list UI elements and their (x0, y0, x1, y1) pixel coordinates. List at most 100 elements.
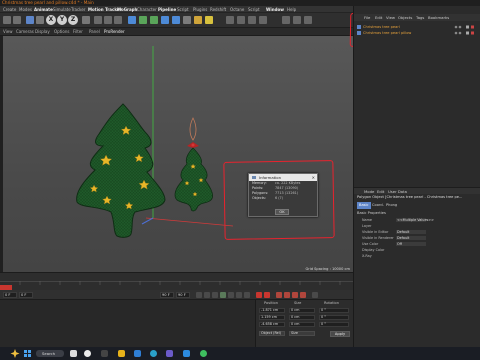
tab-basic[interactable]: Basic (357, 202, 371, 209)
edit-mode-icon[interactable] (226, 16, 234, 24)
axis-x-button[interactable]: X (46, 15, 56, 25)
timeline-settings-icon[interactable] (312, 292, 318, 298)
edges-mode-icon[interactable] (248, 16, 256, 24)
size-y-field[interactable]: 0 cm (289, 315, 315, 320)
viewport-menu-panel[interactable]: Panel (89, 28, 100, 36)
whatsapp-icon[interactable] (200, 350, 207, 357)
keyframe-rotation-icon[interactable] (292, 292, 298, 298)
next-key-icon[interactable] (236, 292, 242, 298)
object-menu-view[interactable]: View (386, 14, 395, 21)
visible-renderer-select[interactable]: Default (396, 236, 426, 240)
workplane-icon[interactable] (293, 16, 301, 24)
rotation-b-field[interactable]: 0 ° (319, 322, 349, 327)
app-icon[interactable] (101, 350, 108, 357)
redo-icon[interactable] (13, 16, 21, 24)
windows-start-icon[interactable] (24, 350, 31, 357)
points-mode-icon[interactable] (237, 16, 245, 24)
menu-simulate[interactable]: Simulate (53, 6, 71, 13)
copilot-icon[interactable] (10, 349, 20, 358)
menu-redshift[interactable]: Redshift (210, 6, 226, 13)
polygons-mode-icon[interactable] (259, 16, 267, 24)
cube-icon[interactable] (128, 16, 136, 24)
snap-icon[interactable] (282, 16, 290, 24)
material-manager[interactable] (0, 300, 255, 347)
subdivision-icon[interactable] (150, 16, 158, 24)
attributes-menu-mode[interactable]: Mode (364, 188, 374, 195)
apply-button[interactable]: Apply (330, 331, 350, 337)
next-frame-icon[interactable] (228, 292, 234, 298)
viewport-menu-filter[interactable]: Filter (73, 28, 83, 36)
timeline[interactable] (0, 272, 353, 291)
keyframe-position-icon[interactable] (276, 292, 282, 298)
prop-name-field[interactable]: <<Multiple Values>> (396, 218, 434, 222)
object-menu-edit[interactable]: Edit (375, 14, 382, 21)
edge-icon[interactable] (150, 350, 157, 357)
menu-help[interactable]: Help (287, 6, 296, 13)
object-visibility-dots[interactable] (454, 31, 479, 35)
prev-key-icon[interactable] (204, 292, 210, 298)
taskbar-search[interactable]: Search (36, 350, 64, 357)
viewport-menu-display[interactable]: Display (35, 28, 50, 36)
size-z-field[interactable]: 0 cm (289, 322, 315, 327)
menu-mograph[interactable]: MoGraph (117, 6, 137, 13)
menu-character[interactable]: Character (137, 6, 157, 13)
photos-icon[interactable] (183, 350, 190, 357)
viewport-menu-cameras[interactable]: Cameras (16, 28, 34, 36)
menu-tracker[interactable]: Tracker (71, 6, 85, 13)
viewport-menu-view[interactable]: View (3, 28, 13, 36)
keyframe-scale-icon[interactable] (284, 292, 290, 298)
scale-tool-icon[interactable] (36, 16, 44, 24)
record-icon[interactable] (256, 292, 262, 298)
file-explorer-icon[interactable] (70, 350, 77, 357)
object-menu-tags[interactable]: Tags (416, 14, 424, 21)
position-z-field[interactable]: -4.658 cm (259, 322, 285, 327)
object-row[interactable]: Christmas tree pearl pillow (354, 30, 480, 36)
vscode-icon[interactable] (134, 350, 141, 357)
viewport-menu-prorender[interactable]: ProRender (104, 28, 125, 36)
teams-icon[interactable] (166, 350, 173, 357)
undo-icon[interactable] (3, 16, 11, 24)
folder-icon[interactable] (118, 350, 125, 357)
menu-animate[interactable]: Animate (34, 6, 53, 13)
camera-icon[interactable] (194, 16, 202, 24)
menu-modes[interactable]: Modes (19, 6, 32, 13)
coordinate-mode-select[interactable]: Object (Rel) (259, 331, 285, 336)
render-picture-viewer-icon[interactable] (104, 16, 112, 24)
axis-z-button[interactable]: Z (68, 15, 78, 25)
object-menu-objects[interactable]: Objects (398, 14, 412, 21)
size-x-field[interactable]: 0 cm (289, 308, 315, 313)
light-icon[interactable] (205, 16, 213, 24)
autokey-icon[interactable] (264, 292, 270, 298)
move-tool-icon[interactable] (26, 16, 34, 24)
axis-y-button[interactable]: Y (57, 15, 67, 25)
menu-script[interactable]: Script (177, 6, 189, 13)
menu-octane[interactable]: Octane (230, 6, 244, 13)
position-y-field[interactable]: 1.159 cm (259, 315, 285, 320)
frame-start-field[interactable]: 0 F (3, 292, 17, 298)
frame-end-field[interactable]: 90 F (160, 292, 174, 298)
menu-window[interactable]: Window (266, 6, 284, 13)
go-to-end-icon[interactable] (244, 292, 250, 298)
rotation-h-field[interactable]: 0 ° (319, 308, 349, 313)
menu-pipeline[interactable]: Pipeline (158, 6, 176, 13)
render-settings-icon[interactable] (114, 16, 122, 24)
prev-frame-icon[interactable] (212, 292, 218, 298)
menu-script-2[interactable]: Script (248, 6, 260, 13)
tab-phong[interactable]: Phong (384, 202, 399, 209)
render-view-icon[interactable] (94, 16, 102, 24)
cinema4d-icon[interactable] (84, 350, 91, 357)
rotation-p-field[interactable]: 0 ° (319, 315, 349, 320)
play-icon[interactable] (220, 292, 226, 298)
object-menu-bookmarks[interactable]: Bookmarks (428, 14, 449, 21)
deformer-icon[interactable] (172, 16, 180, 24)
size-mode-select[interactable]: Size (289, 331, 315, 336)
pen-spline-icon[interactable] (139, 16, 147, 24)
object-visibility-dots[interactable] (454, 25, 479, 29)
attributes-menu-edit[interactable]: Edit (377, 188, 384, 195)
go-to-start-icon[interactable] (196, 292, 202, 298)
floor-icon[interactable] (183, 16, 191, 24)
menu-plugins[interactable]: Plugins (193, 6, 207, 13)
coordinate-system-icon[interactable] (82, 16, 90, 24)
frame-current-field[interactable]: 0 F (19, 292, 33, 298)
position-x-field[interactable]: -1.871 cm (259, 308, 285, 313)
